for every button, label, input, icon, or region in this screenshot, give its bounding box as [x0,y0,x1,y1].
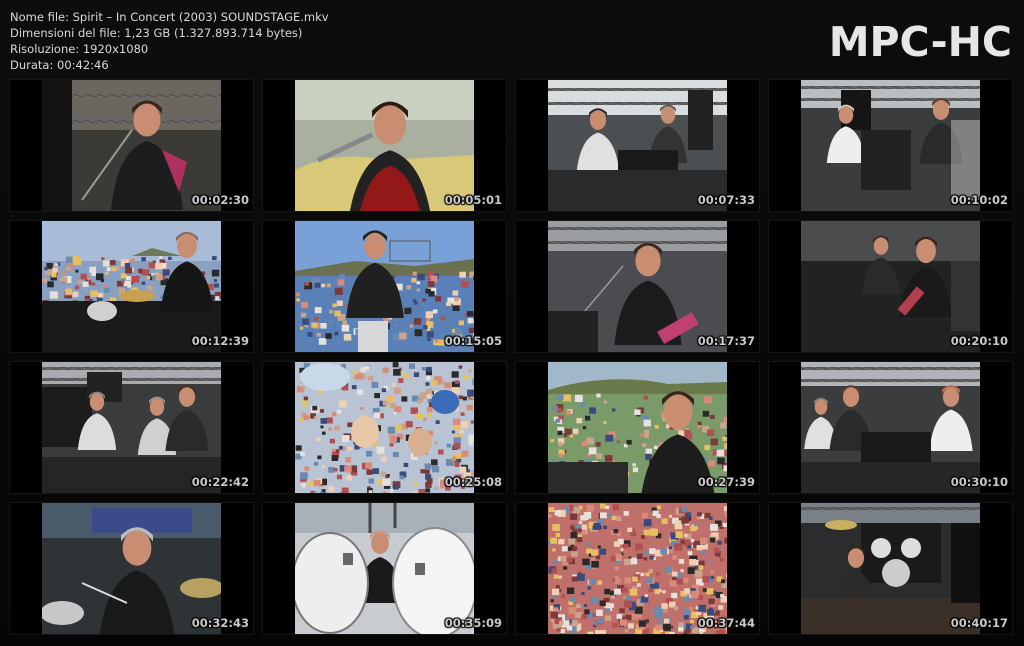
thumbnail-frame [801,503,980,634]
file-info: Nome file: Spirit – In Concert (2003) SO… [10,9,329,73]
frame-image [42,503,221,634]
thumbnail-timestamp: 00:17:37 [697,334,755,348]
thumbnail-frame [548,80,727,211]
frame-image [295,221,474,352]
thumbnail-timestamp: 00:10:02 [950,193,1008,207]
duration-line: Durata: 00:42:46 [10,58,109,72]
thumbnail-timestamp: 00:20:10 [950,334,1008,348]
frame-image [42,221,221,352]
thumbnail-frame [42,503,221,634]
frame-image [548,503,727,634]
frame-image [801,80,980,211]
thumbnail-timestamp: 00:32:43 [191,616,249,630]
thumbnail: 00:17:37 [516,221,759,352]
thumbnail-frame [295,221,474,352]
thumbnail-frame [801,80,980,211]
thumbnail-frame [801,362,980,493]
thumbnail-timestamp: 00:37:44 [697,616,755,630]
thumbnail-timestamp: 00:05:01 [444,193,502,207]
thumbnail: 00:32:43 [10,503,253,634]
frame-image [295,503,474,634]
thumbnail-frame [801,221,980,352]
thumbnail-frame [548,362,727,493]
frame-image [801,503,980,634]
mpc-hc-logo: MPC-HC [828,18,1012,66]
frame-image [548,221,727,352]
frame-image [295,362,474,493]
thumbnail: 00:15:05 [263,221,506,352]
thumbnail-timestamp: 00:27:39 [697,475,755,489]
frame-image [42,80,221,211]
thumbnail-timestamp: 00:25:08 [444,475,502,489]
file-name-line: Nome file: Spirit – In Concert (2003) SO… [10,10,329,24]
frame-image [801,221,980,352]
thumbnail: 00:35:09 [263,503,506,634]
resolution-line: Risoluzione: 1920x1080 [10,42,149,56]
frame-image [548,80,727,211]
thumbnail-timestamp: 00:07:33 [697,193,755,207]
frame-image [42,362,221,493]
thumbnail-timestamp: 00:12:39 [191,334,249,348]
thumbnail-timestamp: 00:15:05 [444,334,502,348]
file-size-line: Dimensioni del file: 1,23 GB (1.327.893.… [10,26,303,40]
thumbnail-timestamp: 00:35:09 [444,616,502,630]
frame-image [801,362,980,493]
thumbnail-timestamp: 00:40:17 [950,616,1008,630]
thumbnail: 00:37:44 [516,503,759,634]
thumbnail-frame [295,503,474,634]
frame-image [548,362,727,493]
thumbnail: 00:10:02 [769,80,1012,211]
thumbnail-frame [42,80,221,211]
thumbnail: 00:40:17 [769,503,1012,634]
thumbnail: 00:30:10 [769,362,1012,493]
thumbnail-frame [295,362,474,493]
thumbnail-frame [548,221,727,352]
thumbnail-frame [42,221,221,352]
frame-image [295,80,474,211]
thumbnail: 00:05:01 [263,80,506,211]
thumbnail-timestamp: 00:22:42 [191,475,249,489]
thumbnail-frame [548,503,727,634]
thumbnail-timestamp: 00:30:10 [950,475,1008,489]
thumbnail-frame [42,362,221,493]
thumbnail: 00:27:39 [516,362,759,493]
thumbnail-timestamp: 00:02:30 [191,193,249,207]
thumbnail: 00:12:39 [10,221,253,352]
thumbnail: 00:20:10 [769,221,1012,352]
thumbnail: 00:25:08 [263,362,506,493]
thumbnail: 00:22:42 [10,362,253,493]
thumbnail: 00:07:33 [516,80,759,211]
thumbnail-grid: 00:02:30 00:05:01 00:07:33 00:10:02 00:1… [10,80,1017,636]
thumbnail-frame [295,80,474,211]
thumbnail: 00:02:30 [10,80,253,211]
